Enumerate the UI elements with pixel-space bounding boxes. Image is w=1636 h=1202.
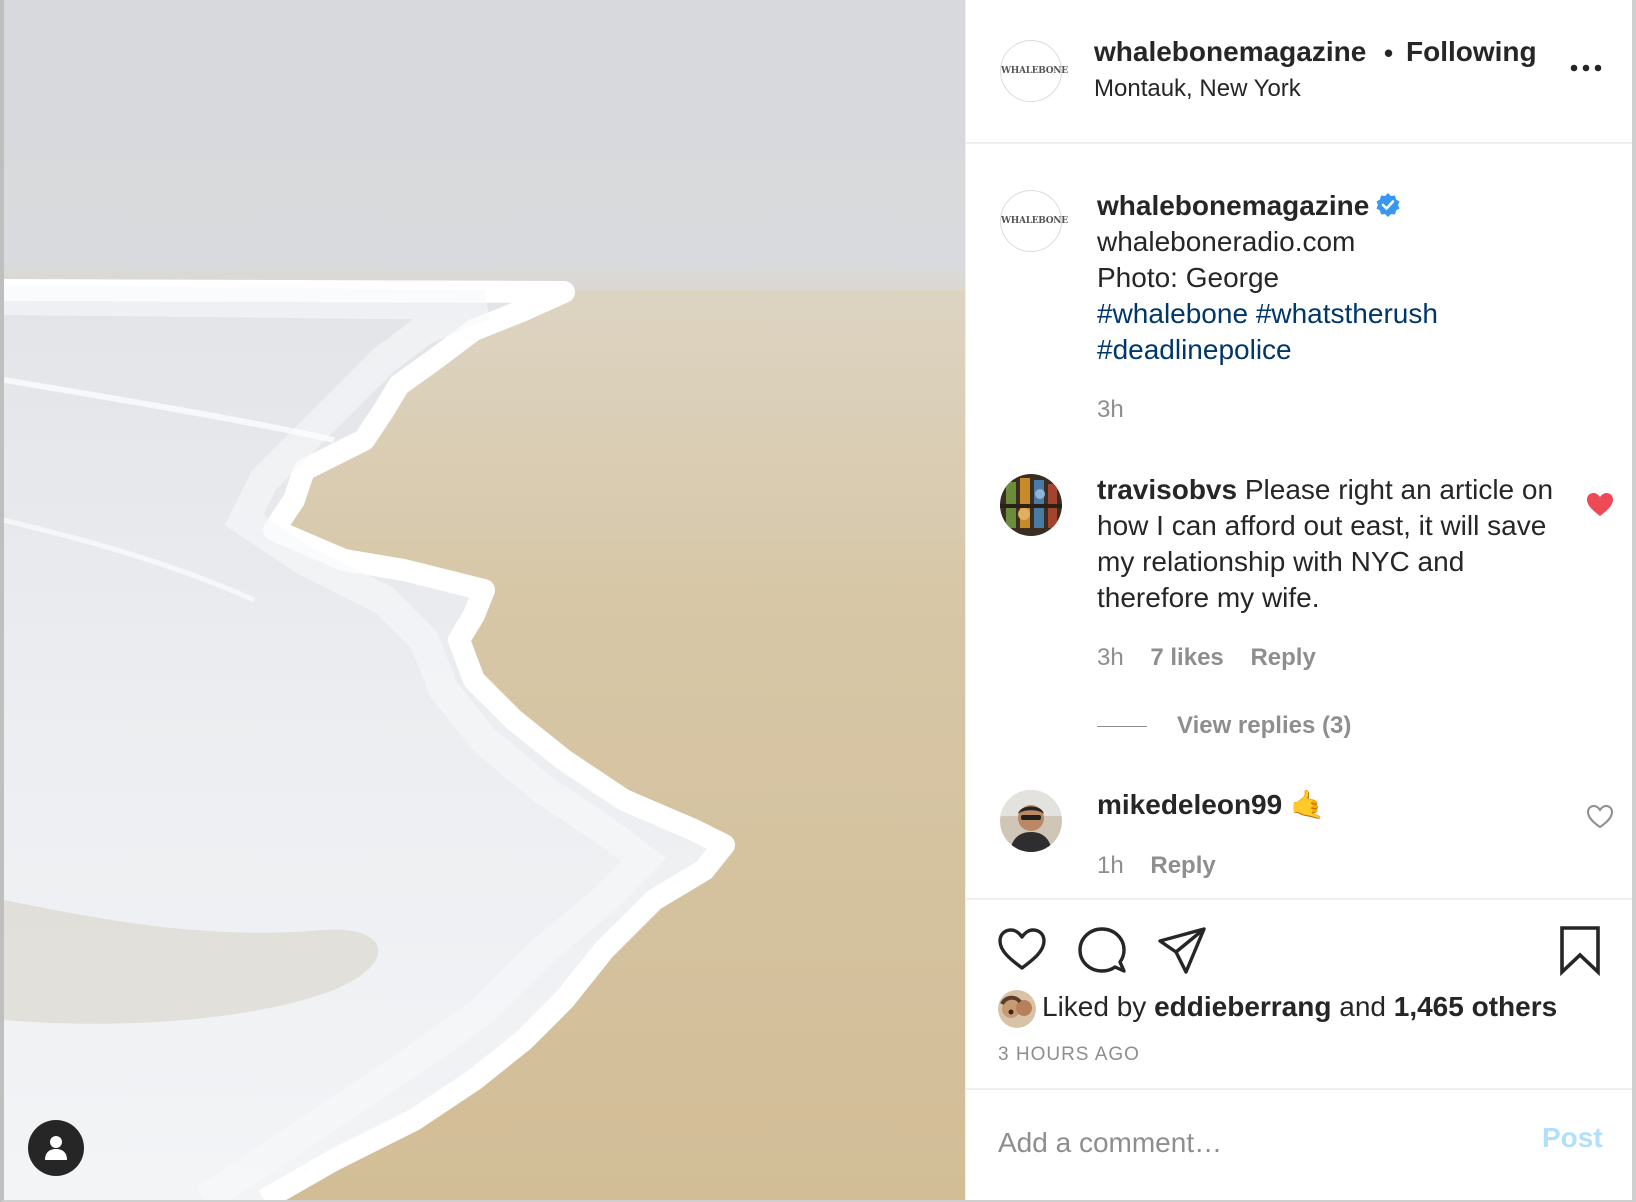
- post-side-panel: WHALEBONE whalebonemagazine • Following …: [965, 0, 1632, 1200]
- liked-by-others[interactable]: 1,465 others: [1394, 991, 1557, 1022]
- commenter-avatar[interactable]: [1000, 790, 1062, 852]
- separator-dot: •: [1384, 38, 1394, 68]
- comment-bubble-icon[interactable]: [1076, 924, 1128, 976]
- bookmark-icon[interactable]: [1554, 924, 1606, 976]
- avatar-image: [1000, 790, 1062, 852]
- caption-username[interactable]: whalebonemagazine: [1097, 188, 1369, 224]
- post-location[interactable]: Montauk, New York: [1094, 75, 1301, 103]
- view-replies-button[interactable]: View replies (3): [1097, 712, 1351, 740]
- author-username[interactable]: whalebonemagazine: [1094, 36, 1366, 68]
- avatar-image: [1000, 474, 1062, 536]
- comment-timestamp[interactable]: 3h: [1097, 644, 1124, 671]
- liked-by-summary: Liked by eddieberrang and 1,465 others: [998, 988, 1557, 1028]
- hashtag-link[interactable]: #whatstherush: [1256, 298, 1438, 329]
- more-options-icon[interactable]: [1568, 56, 1604, 80]
- comment-likes[interactable]: 7 likes: [1150, 644, 1223, 671]
- comment-input[interactable]: [996, 1120, 1500, 1166]
- post-header: WHALEBONE whalebonemagazine • Following …: [966, 0, 1632, 144]
- view-replies-label: View replies (3): [1177, 712, 1352, 739]
- caption-body: whalebonemagazine whaleboneradio.com Pho…: [1097, 188, 1567, 368]
- author-avatar[interactable]: WHALEBONE: [1000, 40, 1068, 102]
- hashtag-link[interactable]: #deadlinepolice: [1097, 334, 1292, 365]
- caption-avatar[interactable]: WHALEBONE: [1000, 190, 1068, 252]
- comment-timestamp[interactable]: 1h: [1097, 852, 1124, 879]
- hashtag-link[interactable]: #whalebone: [1097, 298, 1248, 329]
- reply-button[interactable]: Reply: [1150, 852, 1215, 879]
- heart-icon[interactable]: [996, 924, 1048, 976]
- replies-divider-line: [1097, 726, 1147, 728]
- following-button[interactable]: Following: [1406, 36, 1537, 68]
- post-actions: Liked by eddieberrang and 1,465 others 3…: [966, 898, 1632, 1090]
- post-photo[interactable]: [4, 0, 965, 1200]
- liked-by-prefix: Liked by: [1042, 991, 1147, 1022]
- verified-badge-icon: [1376, 193, 1400, 217]
- avatar-image: [998, 989, 1036, 1028]
- reply-button[interactable]: Reply: [1250, 644, 1315, 671]
- comment-meta: 3h 7 likes Reply: [1097, 644, 1336, 672]
- post-comment-button[interactable]: Post: [1542, 1122, 1603, 1154]
- comment-content: 🤙: [1289, 789, 1325, 820]
- comments-list[interactable]: WHALEBONE whalebonemagazine whalebonerad…: [966, 144, 1632, 896]
- comment-text: travisobvs Please right an article on ho…: [1097, 472, 1567, 616]
- comment-meta: 1h Reply: [1097, 852, 1236, 880]
- beach-photo-image: [4, 0, 965, 1200]
- comment-username[interactable]: travisobvs: [1097, 474, 1237, 505]
- comment-username[interactable]: mikedeleon99: [1097, 789, 1282, 820]
- heart-outline-icon[interactable]: [1586, 804, 1614, 830]
- user-tag-button[interactable]: [28, 1120, 84, 1176]
- caption-line[interactable]: whaleboneradio.com: [1097, 224, 1567, 260]
- add-comment-section: Post: [966, 1088, 1632, 1202]
- post-timestamp[interactable]: 3 HOURS AGO: [998, 1044, 1140, 1066]
- liked-by-user[interactable]: eddieberrang: [1154, 991, 1331, 1022]
- liker-avatar[interactable]: [998, 989, 1036, 1028]
- user-tag-icon: [45, 1136, 67, 1160]
- caption-timestamp[interactable]: 3h: [1097, 396, 1124, 424]
- comment-text: mikedeleon99 🤙: [1097, 787, 1325, 823]
- paper-plane-icon[interactable]: [1156, 924, 1208, 976]
- commenter-avatar[interactable]: [1000, 474, 1062, 536]
- caption-line: Photo: George: [1097, 262, 1280, 293]
- liked-by-joiner: and: [1339, 991, 1386, 1022]
- liked-heart-icon[interactable]: [1586, 492, 1614, 518]
